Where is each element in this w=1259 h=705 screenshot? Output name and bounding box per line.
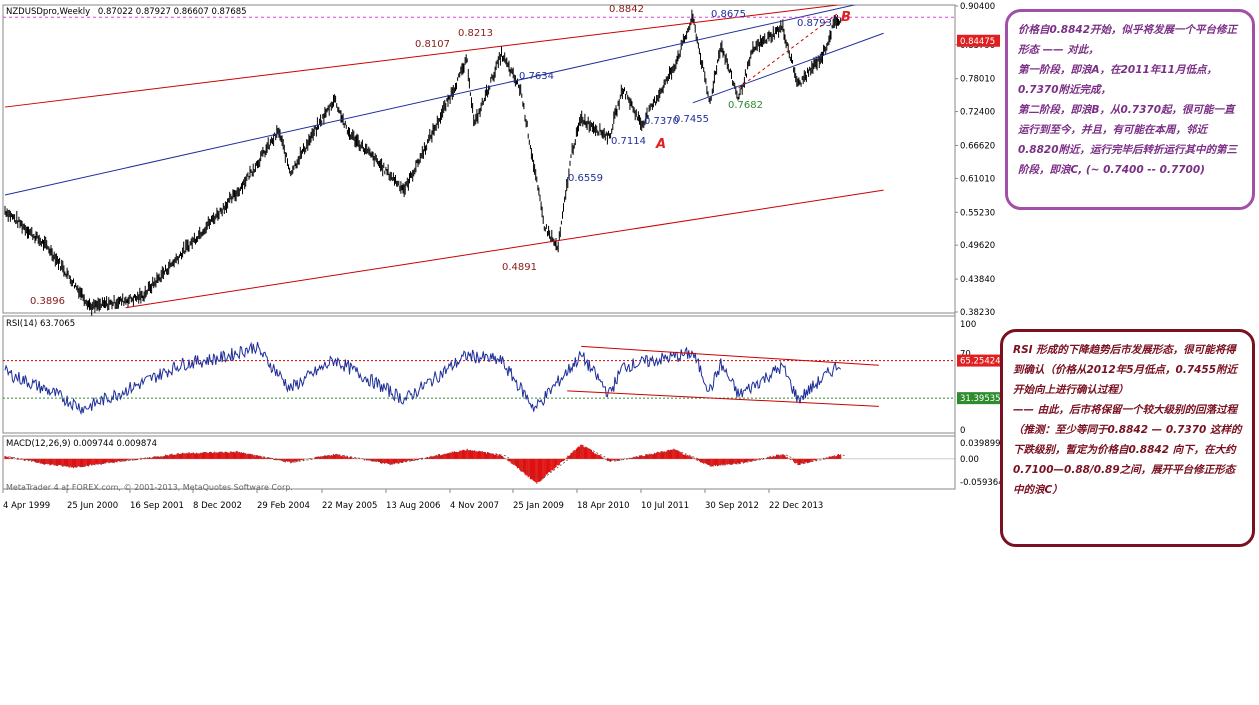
rsi-lower-label: 31.39535 [960, 394, 1001, 404]
price-annotation: 0.8675 [711, 9, 746, 20]
date-tick-label: 8 Dec 2002 [193, 501, 242, 511]
date-tick-label: 25 Jan 2009 [513, 501, 564, 511]
rsi-analysis-note: RSI 形成的下降趋势后市发展形态，很可能将得到确认（价格从2012年5月低点，… [1000, 329, 1255, 547]
date-tick-label: 4 Apr 1999 [3, 501, 50, 511]
price-tick-label: 0.55230 [960, 208, 995, 218]
price-annotation: 0.7634 [519, 71, 554, 82]
wave-analysis-note: 价格自0.8842开始，似乎将发展一个平台修正形态 —— 对此， 第一阶段，即浪… [1005, 9, 1255, 210]
chart-header: NZDUSDpro,Weekly 0.87022 0.87927 0.86607… [6, 7, 247, 17]
date-tick-label: 25 Jun 2000 [67, 501, 118, 511]
price-tick-label: 0.66620 [960, 141, 995, 151]
price-tick-label: 0.78010 [960, 75, 995, 85]
rsi-upper-label: 65.25424 [960, 357, 1001, 367]
rsi-scale-bottom: 0 [960, 426, 965, 436]
price-panel[interactable] [2, 4, 956, 314]
price-annotation: 0.7114 [611, 136, 646, 147]
price-annotation: 0.8793 [797, 18, 832, 29]
date-tick-label: 10 Jul 2011 [641, 501, 689, 511]
date-tick-label: 13 Aug 2006 [386, 501, 440, 511]
macd-scale-bottom: -0.059364 [960, 478, 1004, 488]
rsi-title: RSI(14) 63.7065 [6, 319, 75, 329]
price-annotation: 0.7455 [674, 114, 709, 125]
copyright-footer: MetaTrader 4 at FOREX.com, © 2001-2013, … [6, 483, 293, 492]
price-tick-label: 0.61010 [960, 174, 995, 184]
date-tick-label: 22 Dec 2013 [769, 501, 823, 511]
price-annotation: 0.6559 [568, 173, 603, 184]
macd-scale-top: 0.039899 [960, 439, 1001, 449]
rsi-scale-top: 100 [960, 320, 976, 330]
date-tick-label: 22 May 2005 [322, 501, 377, 511]
price-annotation: 0.8107 [415, 39, 450, 50]
date-tick-label: 4 Nov 2007 [450, 501, 499, 511]
price-annotation: 0.4891 [502, 262, 537, 273]
rsi-panel[interactable] [2, 315, 956, 434]
current-price-label: 0.84475 [960, 37, 995, 47]
price-annotation: 0.8213 [458, 28, 493, 39]
price-tick-label: 0.49620 [960, 241, 995, 251]
wave-label: B [841, 10, 851, 25]
price-tick-label: 0.72400 [960, 108, 995, 118]
date-tick-label: 30 Sep 2012 [705, 501, 759, 511]
price-tick-label: 0.38230 [960, 308, 995, 318]
price-annotation: 0.3896 [30, 296, 65, 307]
macd-title: MACD(12,26,9) 0.009744 0.009874 [6, 439, 157, 449]
price-tick-label: 0.43840 [960, 275, 995, 285]
price-tick-label: 0.90400 [960, 2, 995, 12]
date-tick-label: 29 Feb 2004 [257, 501, 310, 511]
date-tick-label: 18 Apr 2010 [577, 501, 630, 511]
ohlc-values: 0.87022 0.87927 0.86607 0.87685 [98, 7, 247, 17]
price-annotation: 0.8842 [609, 4, 644, 15]
date-tick-label: 16 Sep 2001 [130, 501, 184, 511]
wave-label: A [655, 137, 666, 152]
macd-scale-zero: 0.00 [960, 455, 979, 465]
symbol-timeframe: NZDUSDpro,Weekly [6, 7, 90, 17]
price-annotation: 0.7682 [728, 100, 763, 111]
